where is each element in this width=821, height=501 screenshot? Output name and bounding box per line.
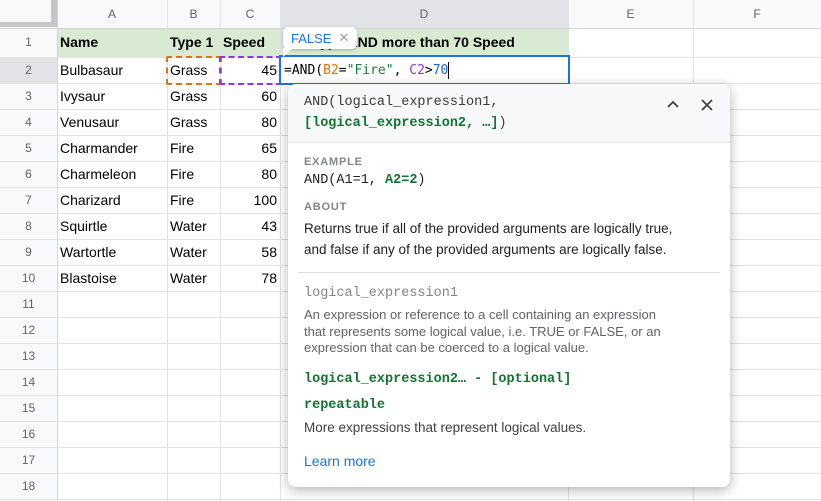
row-header-8[interactable]: 8 xyxy=(0,213,57,239)
cell-A8[interactable]: Squirtle xyxy=(57,213,167,239)
popup-actions xyxy=(664,96,716,114)
row-header-13[interactable]: 13 xyxy=(0,343,57,369)
column-header-A[interactable]: A xyxy=(57,0,167,28)
gridline-horizontal xyxy=(0,499,821,500)
cell-B5[interactable]: Fire xyxy=(167,135,220,161)
row-header-14[interactable]: 14 xyxy=(0,369,57,395)
learn-more-link[interactable]: Learn more xyxy=(304,453,376,469)
text-cursor xyxy=(448,61,450,79)
cell-C1[interactable]: Speed xyxy=(220,28,280,57)
param1-name: logical_expression1 xyxy=(304,286,458,301)
syntax-line1: AND(logical_expression1, xyxy=(304,95,499,110)
row-header-1[interactable]: 1 xyxy=(0,28,57,57)
cell-A1[interactable]: Name xyxy=(57,28,167,57)
column-header-B[interactable]: B xyxy=(167,0,220,28)
cell-C5[interactable]: 65 xyxy=(220,135,280,161)
cell-C8[interactable]: 43 xyxy=(220,213,280,239)
cell-A10[interactable]: Blastoise xyxy=(57,265,167,291)
gridline-vertical xyxy=(57,0,58,501)
reference-highlight-b2 xyxy=(166,56,222,85)
about-label: ABOUT xyxy=(304,201,348,213)
cell-editor-d2[interactable]: =AND(B2="Fire", C2>70 xyxy=(279,55,570,85)
chip-tail xyxy=(283,48,293,57)
gridline-horizontal xyxy=(0,28,821,29)
row-header-2[interactable]: 2 xyxy=(0,57,57,83)
example-label: EXAMPLE xyxy=(304,156,363,168)
cell-A4[interactable]: Venusaur xyxy=(57,109,167,135)
collapse-chevron-up-icon[interactable] xyxy=(664,96,682,114)
row-header-12[interactable]: 12 xyxy=(0,317,57,343)
row-header-7[interactable]: 7 xyxy=(0,187,57,213)
formula-result-value: FALSE xyxy=(291,30,332,46)
reference-highlight-c2 xyxy=(219,56,282,85)
formula-token: B2 xyxy=(323,62,339,78)
cell-B1[interactable]: Type 1 xyxy=(167,28,220,57)
popup-body: EXAMPLE AND(A1=1, A2=2) ABOUT Returns tr… xyxy=(288,143,730,487)
row-header-5[interactable]: 5 xyxy=(0,135,57,161)
row-header-3[interactable]: 3 xyxy=(0,83,57,109)
cell-B7[interactable]: Fire xyxy=(167,187,220,213)
cell-C3[interactable]: 60 xyxy=(220,83,280,109)
column-header-D[interactable]: D xyxy=(280,0,568,28)
cell-B4[interactable]: Grass xyxy=(167,109,220,135)
cell-C6[interactable]: 80 xyxy=(220,161,280,187)
cell-C7[interactable]: 100 xyxy=(220,187,280,213)
divider xyxy=(298,272,720,273)
cell-A3[interactable]: Ivysaur xyxy=(57,83,167,109)
row-header-6[interactable]: 6 xyxy=(0,161,57,187)
row-header-15[interactable]: 15 xyxy=(0,395,57,421)
row-header-17[interactable]: 17 xyxy=(0,447,57,473)
syntax-close-paren: ) xyxy=(498,116,507,131)
example-code: AND(A1=1, A2=2) xyxy=(304,173,714,188)
cell-C10[interactable]: 78 xyxy=(220,265,280,291)
row-header-11[interactable]: 11 xyxy=(0,291,57,317)
formula-input[interactable]: =AND(B2="Fire", C2>70 xyxy=(284,61,450,79)
cell-A2[interactable]: Bulbasaur xyxy=(57,57,167,83)
formula-token: C2 xyxy=(409,62,425,78)
about-text: Returns true if all of the provided argu… xyxy=(304,221,673,257)
example-suffix: ) xyxy=(417,173,426,188)
formula-token: =AND( xyxy=(284,62,324,78)
formula-token: "Fire" xyxy=(346,62,394,78)
chip-close-icon[interactable]: ✕ xyxy=(338,30,349,46)
cell-A9[interactable]: Wartortle xyxy=(57,239,167,265)
syntax-optional-arg: [logical_expression2, …] xyxy=(304,116,499,131)
row-header-18[interactable]: 18 xyxy=(0,473,57,499)
cell-B3[interactable]: Grass xyxy=(167,83,220,109)
cell-B6[interactable]: Fire xyxy=(167,161,220,187)
param2-name: logical_expression2… - [optional] xyxy=(304,371,572,387)
param2-description: More expressions that represent logical … xyxy=(304,419,587,435)
cell-C4[interactable]: 80 xyxy=(220,109,280,135)
row-header-9[interactable]: 9 xyxy=(0,239,57,265)
column-header-C[interactable]: C xyxy=(220,0,280,28)
column-header-F[interactable]: F xyxy=(693,0,821,28)
popup-header: AND(logical_expression1, [logical_expres… xyxy=(288,84,730,143)
formula-token: 70 xyxy=(432,62,449,78)
function-help-popup: AND(logical_expression1, [logical_expres… xyxy=(288,84,730,487)
param2-repeatable-tag: repeatable xyxy=(304,397,386,413)
formula-token: , xyxy=(393,62,410,78)
function-syntax: AND(logical_expression1, [logical_expres… xyxy=(304,92,714,134)
row-header-16[interactable]: 16 xyxy=(0,421,57,447)
formula-token: > xyxy=(424,62,433,78)
formula-token: = xyxy=(338,62,347,78)
example-prefix: AND(A1=1, xyxy=(304,173,386,188)
cell-B10[interactable]: Water xyxy=(167,265,220,291)
cell-A6[interactable]: Charmeleon xyxy=(57,161,167,187)
column-header-E[interactable]: E xyxy=(568,0,693,28)
param1-description: An expression or reference to a cell con… xyxy=(304,307,661,355)
cell-A5[interactable]: Charmander xyxy=(57,135,167,161)
cell-B8[interactable]: Water xyxy=(167,213,220,239)
row-header-10[interactable]: 10 xyxy=(0,265,57,291)
close-icon[interactable] xyxy=(698,96,716,114)
spreadsheet: ABCDEF 1 2 3 4 5 6 7 8 9 10 11 12 13 14 15 16 17 18 Name T… xyxy=(0,0,821,501)
select-all-corner[interactable] xyxy=(0,0,57,28)
cell-A7[interactable]: Charizard xyxy=(57,187,167,213)
formula-result-preview-chip: FALSE ✕ xyxy=(283,27,358,49)
example-highlight: A2=2 xyxy=(385,173,418,188)
cell-C9[interactable]: 58 xyxy=(220,239,280,265)
cell-B9[interactable]: Water xyxy=(167,239,220,265)
row-header-4[interactable]: 4 xyxy=(0,109,57,135)
